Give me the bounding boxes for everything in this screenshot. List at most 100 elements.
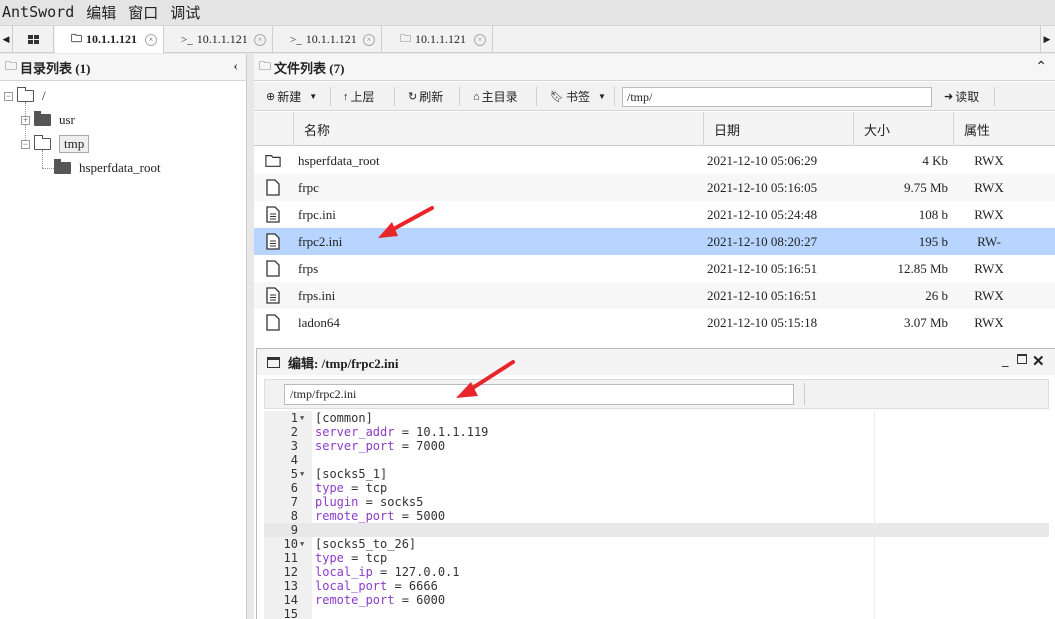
- tab-file-manager[interactable]: 🗀 10.1.1.121 ×: [55, 26, 164, 53]
- code-editor[interactable]: 1 ▼ [common] 2 server_addr = 10.1.1.119 3 serv…: [264, 411, 1049, 619]
- code-line: 1 ▼ [common]: [264, 411, 1049, 425]
- file-row[interactable]: frpc 2021-12-10 05:16:05 9.75 Mb RWX: [254, 174, 1055, 201]
- plus-circle-icon: ⊕: [266, 91, 276, 103]
- tab-scroll-right-icon[interactable]: ▶: [1040, 26, 1053, 53]
- line-number: 13: [283, 579, 298, 593]
- ini-section: [common]: [315, 411, 373, 425]
- ini-value: = 6666: [387, 579, 438, 593]
- code-text: server_port = 7000: [315, 439, 445, 453]
- editor-title-bar[interactable]: 编辑: /tmp/frpc2.ini _ ✕: [257, 349, 1055, 375]
- folder-icon: 🗀: [5, 58, 18, 73]
- caret-down-icon: ▼: [309, 92, 318, 101]
- tab-scroll-left-icon[interactable]: ◀: [0, 26, 13, 53]
- read-button[interactable]: ➜ 读取: [944, 82, 979, 111]
- file-size: 195 b: [918, 233, 948, 249]
- new-button-label: 新建: [277, 90, 302, 104]
- tab-file-manager-2[interactable]: 🗀 10.1.1.121 ×: [382, 26, 493, 53]
- expand-icon[interactable]: +: [21, 115, 30, 125]
- file-panel-title: 文件列表 (7): [274, 60, 345, 76]
- code-line: 4: [264, 453, 1049, 467]
- file-grid-header: 名称 日期 大小 属性: [254, 112, 1055, 146]
- menu-edit[interactable]: 编辑: [83, 2, 119, 23]
- fold-arrow-icon[interactable]: ▼: [300, 467, 304, 481]
- close-icon[interactable]: ×: [145, 33, 157, 46]
- ini-key: type: [315, 551, 344, 565]
- ini-value: = tcp: [343, 551, 388, 565]
- refresh-button[interactable]: ↻ 刷新: [408, 82, 443, 111]
- tree-node-hsperfdata-root[interactable]: hsperfdata_root: [54, 157, 161, 179]
- file-row[interactable]: frps.ini 2021-12-10 05:16:51 26 b RWX: [254, 282, 1055, 309]
- tree-node-usr[interactable]: + usr: [21, 109, 75, 131]
- file-name: frpc.ini: [298, 206, 336, 222]
- editor-path-input[interactable]: /tmp/frpc2.ini: [284, 384, 794, 405]
- bookmark-icon: 🔖︎: [550, 91, 564, 103]
- tree-node-tmp[interactable]: − tmp: [21, 133, 90, 155]
- collapse-up-icon[interactable]: ⌃: [1035, 59, 1047, 76]
- file-row[interactable]: hsperfdata_root 2021-12-10 05:06:29 4 Kb RW…: [254, 147, 1055, 174]
- annotation-arrow-icon: [456, 360, 515, 398]
- folder-icon: 🗀: [259, 58, 272, 73]
- menu-antsword[interactable]: AntSword: [0, 3, 77, 21]
- toolbar-divider: [459, 87, 460, 106]
- file-row[interactable]: frps 2021-12-10 05:16:51 12.85 Mb RWX: [254, 255, 1055, 282]
- code-text: type = tcp: [315, 481, 387, 495]
- collapse-icon[interactable]: −: [21, 139, 30, 149]
- column-name-header[interactable]: 名称: [293, 112, 703, 146]
- file-row[interactable]: ladon64 2021-12-10 05:15:18 3.07 Mb RWX: [254, 309, 1055, 336]
- code-line: 3 server_port = 7000: [264, 439, 1049, 453]
- code-line: 13 local_port = 6666: [264, 579, 1049, 593]
- path-input[interactable]: /tmp/: [622, 87, 932, 107]
- minimize-icon[interactable]: _: [1002, 353, 1009, 369]
- code-line: 8 remote_port = 5000: [264, 509, 1049, 523]
- directory-panel: 🗀 目录列表 (1) ‹ − / + usr − tmp hsperfdata_…: [0, 54, 247, 619]
- close-icon[interactable]: ×: [363, 33, 375, 46]
- code-line: 11 type = tcp: [264, 551, 1049, 565]
- tab-terminal-1[interactable]: >_ 10.1.1.121 ×: [164, 26, 273, 53]
- menu-debug[interactable]: 调试: [167, 2, 203, 23]
- ini-value: = 127.0.0.1: [372, 565, 460, 579]
- read-button-label: 读取: [955, 90, 980, 104]
- file-attr: RW-: [977, 233, 1001, 249]
- up-button[interactable]: ↑ 上层: [343, 82, 375, 111]
- line-number: 12: [283, 565, 298, 579]
- line-number: 1: [290, 411, 298, 425]
- folder-icon: 🗀: [400, 33, 411, 45]
- folder-open-icon: [17, 87, 34, 102]
- column-attr-header[interactable]: 属性: [953, 112, 1055, 146]
- menu-window[interactable]: 窗口: [125, 2, 161, 23]
- column-size-header[interactable]: 大小: [853, 112, 953, 146]
- tab-label: 10.1.1.121: [86, 32, 137, 46]
- fold-arrow-icon[interactable]: ▼: [300, 537, 304, 551]
- tree-node-label: /: [42, 88, 46, 103]
- close-icon[interactable]: ×: [474, 33, 486, 46]
- bookmark-button[interactable]: 🔖︎ 书签 ▼: [550, 82, 606, 111]
- new-button[interactable]: ⊕ 新建 ▼: [266, 82, 317, 111]
- collapse-icon[interactable]: −: [4, 91, 13, 101]
- toolbar-divider: [394, 87, 395, 106]
- code-line: 2 server_addr = 10.1.1.119: [264, 425, 1049, 439]
- close-icon[interactable]: ×: [254, 33, 266, 46]
- tree-node-root[interactable]: − /: [4, 85, 46, 107]
- file-name: frps.ini: [298, 287, 336, 303]
- close-icon[interactable]: ✕: [1032, 352, 1045, 371]
- up-button-label: 上层: [350, 90, 375, 104]
- maximize-icon[interactable]: [1017, 354, 1027, 364]
- code-text: [socks5_1]: [315, 467, 387, 481]
- file-attr: RWX: [974, 179, 1004, 195]
- tree-node-label: tmp: [59, 135, 90, 153]
- home-button[interactable]: ⌂ 主目录: [473, 82, 518, 111]
- tab-terminal-2[interactable]: >_ 10.1.1.121 ×: [273, 26, 382, 53]
- tab-home[interactable]: [14, 26, 54, 53]
- ini-section: [socks5_to_26]: [315, 537, 417, 551]
- file-toolbar: ⊕ 新建 ▼ ↑ 上层 ↻ 刷新 ⌂ 主目录 🔖︎ 书签 ▼ /tmp/ ➜ 读…: [254, 82, 1055, 111]
- fold-arrow-icon[interactable]: ▼: [300, 411, 304, 425]
- collapse-left-icon[interactable]: ‹: [233, 59, 238, 75]
- file-date: 2021-12-10 05:16:51: [707, 287, 818, 303]
- file-name: frps: [298, 260, 319, 276]
- folder-open-icon: [34, 135, 51, 150]
- column-date-header[interactable]: 日期: [703, 112, 853, 146]
- ini-section: [socks5_1]: [315, 467, 388, 481]
- column-icon-header: [254, 112, 293, 146]
- file-attr: RWX: [974, 206, 1004, 222]
- tree-connector: [42, 168, 54, 169]
